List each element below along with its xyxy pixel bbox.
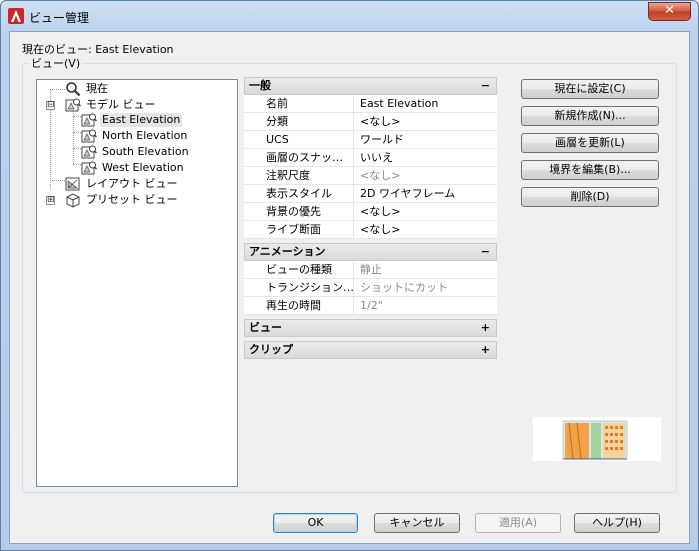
tree-line	[73, 116, 81, 117]
property-panel: 一般 − 名前 East Elevation 分類 <なし> UCS ワールド 画層の…	[244, 77, 497, 359]
tree-line	[73, 164, 81, 165]
view-tree[interactable]: 現在 ⊟ モデル ビュー East Elevation North Elevat…	[36, 79, 238, 487]
tree-item-layout-views[interactable]: レイアウト ビュー	[65, 176, 180, 192]
property-key: 注釈尺度	[244, 167, 354, 184]
thumbnail-image	[533, 417, 661, 461]
set-current-button[interactable]: 現在に設定(C)	[521, 79, 659, 99]
property-value: ショットにカット	[360, 281, 448, 294]
tree-item-south-elevation[interactable]: South Elevation	[81, 144, 191, 160]
tree-item-west-elevation[interactable]: West Elevation	[81, 160, 186, 176]
named-view-icon	[81, 129, 97, 143]
tree-item-preset-views[interactable]: プリセット ビュー	[65, 192, 180, 208]
tree-item-east-elevation[interactable]: East Elevation	[81, 112, 183, 128]
tree-item-preset-views-label: プリセット ビュー	[86, 193, 178, 206]
dialog-body: 現在のビュー: East Elevation ビュー(V) 現在 ⊟ モデル ビ…	[9, 31, 690, 544]
expand-icon[interactable]: +	[481, 320, 490, 336]
named-view-icon	[81, 161, 97, 175]
new-view-button[interactable]: 新規作成(N)...	[521, 106, 659, 126]
property-row[interactable]: 注釈尺度 <なし>	[244, 167, 497, 185]
tree-item-north-elevation-label: North Elevation	[102, 129, 188, 142]
tree-line	[50, 180, 65, 181]
expand-toggle-model[interactable]: ⊟	[46, 101, 55, 110]
section-animation-header[interactable]: アニメーション −	[244, 243, 497, 261]
collapse-icon[interactable]: −	[481, 78, 490, 94]
update-layers-button[interactable]: 画層を更新(L)	[521, 133, 659, 153]
tree-line	[50, 89, 65, 90]
named-view-icon	[81, 145, 97, 159]
tree-line	[73, 132, 81, 133]
property-key: 画層のスナッ…	[244, 149, 354, 166]
property-row[interactable]: トランジション… ショットにカット	[244, 279, 497, 297]
property-row[interactable]: 表示スタイル 2D ワイヤフレーム	[244, 185, 497, 203]
property-value[interactable]: ワールド	[354, 131, 404, 148]
property-row[interactable]: 背景の優先 <なし>	[244, 203, 497, 221]
tree-item-west-elevation-label: West Elevation	[102, 161, 184, 174]
layout-view-icon	[65, 177, 80, 191]
tree-item-north-elevation[interactable]: North Elevation	[81, 128, 189, 144]
property-value[interactable]: いいえ	[354, 149, 393, 166]
property-key: 再生の時間	[244, 297, 354, 314]
property-row[interactable]: 再生の時間 1/2"	[244, 297, 497, 315]
ok-button[interactable]: OK	[273, 513, 358, 533]
property-row[interactable]: 分類 <なし>	[244, 113, 497, 131]
tree-item-layout-views-label: レイアウト ビュー	[86, 177, 178, 190]
view-manager-window: ビュー管理 ✕ 現在のビュー: East Elevation ビュー(V) 現在…	[0, 0, 699, 551]
property-key: 表示スタイル	[244, 185, 354, 202]
tree-item-model-views[interactable]: モデル ビュー	[65, 97, 158, 113]
tree-item-current[interactable]: 現在	[65, 81, 110, 97]
magnifier-icon	[66, 82, 81, 97]
property-key: 背景の優先	[244, 203, 354, 220]
property-row[interactable]: ライブ断面 <なし>	[244, 221, 497, 239]
property-row[interactable]: UCS ワールド	[244, 131, 497, 149]
title-bar[interactable]: ビュー管理 ✕	[1, 1, 698, 31]
collapse-icon[interactable]: −	[481, 244, 490, 260]
section-clip-title: クリップ	[249, 343, 293, 356]
property-value: 静止	[360, 263, 382, 276]
section-view-header[interactable]: ビュー +	[244, 319, 497, 337]
property-row[interactable]: 名前 East Elevation	[244, 95, 497, 113]
tree-item-model-views-label: モデル ビュー	[86, 98, 156, 111]
property-value[interactable]: East Elevation	[354, 95, 438, 112]
property-row[interactable]: ビューの種類 静止	[244, 261, 497, 279]
model-view-icon	[65, 98, 81, 112]
expand-icon[interactable]: +	[481, 342, 490, 358]
cube-icon	[66, 193, 80, 208]
help-button[interactable]: ヘルプ(H)	[574, 513, 660, 533]
section-clip-header[interactable]: クリップ +	[244, 341, 497, 359]
property-key: 名前	[244, 95, 354, 112]
window-title: ビュー管理	[29, 11, 90, 25]
tree-line	[73, 148, 81, 149]
close-button[interactable]: ✕	[648, 2, 691, 21]
cancel-button[interactable]: キャンセル	[374, 513, 460, 533]
view-thumbnail	[533, 417, 661, 461]
tree-item-east-elevation-label: East Elevation	[100, 113, 183, 127]
named-view-icon	[81, 113, 97, 127]
property-key: ライブ断面	[244, 221, 354, 238]
property-key: トランジション…	[244, 279, 354, 296]
property-value[interactable]: <なし>	[354, 113, 400, 130]
property-value[interactable]: <なし>	[354, 221, 400, 238]
property-key: 分類	[244, 113, 354, 130]
property-row[interactable]: 画層のスナッ… いいえ	[244, 149, 497, 167]
section-animation-title: アニメーション	[249, 245, 326, 258]
section-general-header[interactable]: 一般 −	[244, 77, 497, 95]
edit-boundaries-button[interactable]: 境界を編集(B)...	[521, 160, 659, 180]
delete-button[interactable]: 削除(D)	[521, 187, 659, 207]
section-general-title: 一般	[249, 79, 271, 92]
property-value[interactable]: <なし>	[354, 203, 400, 220]
expand-toggle-preset[interactable]: ⊞	[46, 196, 55, 205]
tree-item-current-label: 現在	[86, 82, 108, 95]
section-view-title: ビュー	[249, 321, 282, 334]
autocad-app-icon	[8, 8, 24, 24]
tree-item-south-elevation-label: South Elevation	[102, 145, 189, 158]
property-key: UCS	[244, 131, 354, 148]
tree-line	[73, 106, 74, 164]
property-key: ビューの種類	[244, 261, 354, 278]
property-value[interactable]: 2D ワイヤフレーム	[354, 185, 455, 202]
apply-button[interactable]: 適用(A)	[475, 513, 561, 533]
property-value: <なし>	[360, 169, 401, 182]
property-value: 1/2"	[360, 299, 383, 312]
views-group-label: ビュー(V)	[29, 55, 83, 71]
